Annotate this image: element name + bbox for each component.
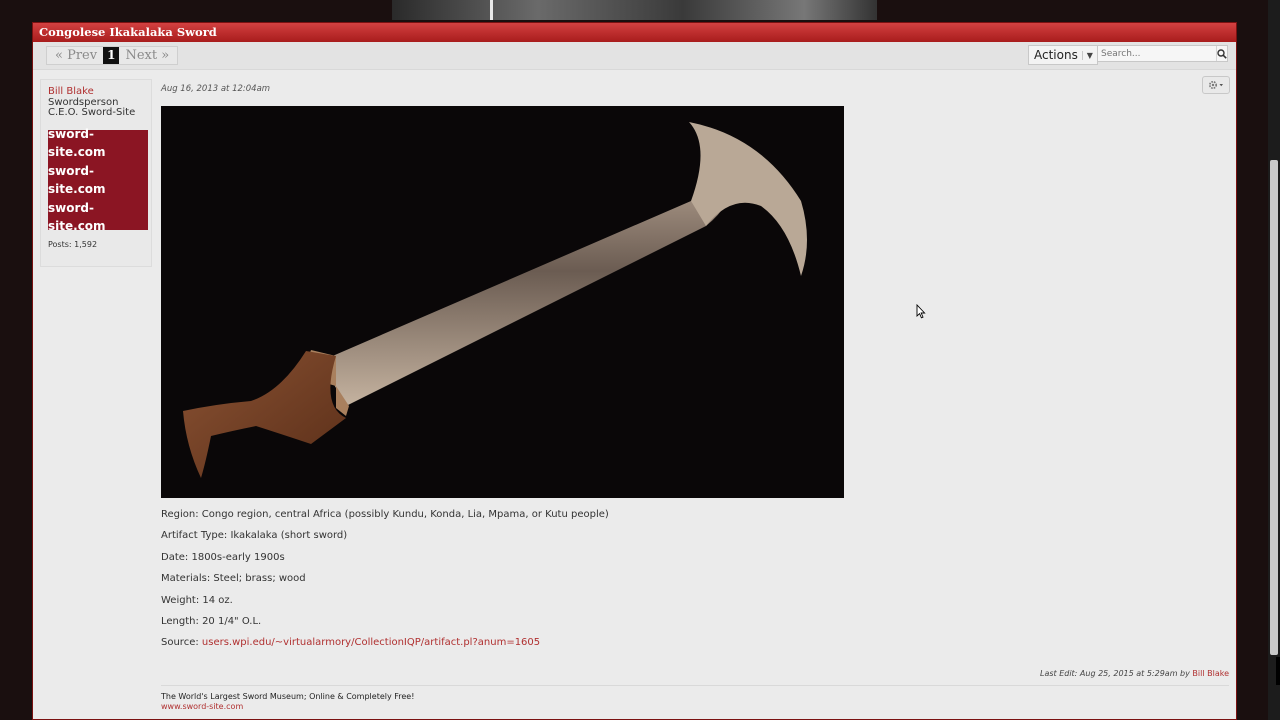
field-length: Length: 20 1/4" O.L. [161, 616, 609, 637]
author-profile: Bill Blake Swordsperson C.E.O. Sword-Sit… [40, 79, 152, 267]
field-label: Weight: [161, 594, 200, 606]
thread-container: Congolese Ikakalaka Sword « Prev 1 Next … [32, 22, 1237, 720]
search-input[interactable] [1098, 46, 1216, 61]
magnifier-icon [1217, 48, 1227, 59]
thread-title: Congolese Ikakalaka Sword [33, 23, 1236, 42]
caret-down-icon: ▼ [1081, 50, 1097, 60]
post-body: Region: Congo region, central Africa (po… [161, 509, 609, 659]
field-value: 14 oz. [202, 594, 233, 606]
prev-page-link[interactable]: « Prev [51, 48, 101, 63]
field-value: Congo region, central Africa (possibly K… [201, 509, 609, 520]
last-edit-note: Last Edit: Aug 25, 2015 at 5:29am by Bil… [1040, 669, 1229, 678]
avatar: sword-site.com sword-site.com sword-site… [48, 127, 148, 233]
scroll-marker [1276, 657, 1280, 685]
next-page-link[interactable]: Next » [121, 48, 173, 63]
field-label: Materials: [161, 573, 211, 585]
author-name-link[interactable]: Bill Blake [48, 86, 94, 97]
search-button[interactable] [1216, 46, 1227, 61]
last-edit-text: Last Edit: Aug 25, 2015 at 5:29am [1039, 669, 1178, 678]
field-label: Artifact Type: [161, 530, 228, 542]
field-weight: Weight: 14 oz. [161, 595, 609, 616]
field-source: Source: users.wpi.edu/~virtualarmory/Col… [161, 637, 609, 658]
source-link[interactable]: users.wpi.edu/~virtualarmory/CollectionI… [202, 637, 540, 648]
sword-photo [161, 106, 844, 498]
gear-icon [1208, 80, 1223, 90]
actions-dropdown[interactable]: Actions ▼ [1028, 45, 1098, 65]
field-value: 20 1/4" O.L. [202, 615, 262, 627]
pagination: « Prev 1 Next » [46, 46, 179, 65]
field-region: Region: Congo region, central Africa (po… [161, 509, 609, 530]
field-label: Region: [161, 509, 199, 520]
author-post-count: Posts: 1,592 [48, 240, 98, 249]
search-box [1097, 45, 1228, 62]
field-value: Ikakalaka (short sword) [230, 530, 348, 542]
post-options-button[interactable] [1202, 76, 1230, 94]
field-label: Date: [161, 551, 189, 563]
signature-link[interactable]: www.sword-site.com [161, 702, 243, 711]
thread-nav-row: « Prev 1 Next » Actions ▼ [33, 42, 1236, 70]
avatar-text-line: sword-site.com [48, 126, 106, 160]
avatar-text-line: sword-site.com [48, 163, 106, 197]
field-label: Source: [161, 637, 199, 649]
top-banner-image [392, 0, 877, 20]
signature-text: The World's Largest Sword Museum; Online… [161, 692, 415, 701]
signature-divider [161, 685, 1229, 686]
scrollbar[interactable] [1268, 0, 1280, 720]
author-title: C.E.O. Sword-Site [48, 107, 136, 118]
field-value: 1800s-early 1900s [191, 551, 285, 563]
field-date: Date: 1800s-early 1900s [161, 552, 609, 573]
actions-label: Actions [1034, 48, 1078, 62]
post-date: Aug 16, 2013 at 12:04am [161, 84, 271, 94]
field-artifact-type: Artifact Type: Ikakalaka (short sword) [161, 530, 609, 551]
field-value: Steel; brass; wood [213, 573, 306, 585]
field-label: Length: [161, 615, 199, 627]
last-edit-user-link[interactable]: Bill Blake [1192, 669, 1229, 678]
avatar-text-line: sword-site.com [48, 200, 106, 234]
last-edit-by: by [1180, 669, 1190, 678]
scrollbar-thumb[interactable] [1270, 160, 1278, 655]
current-page: 1 [103, 47, 120, 64]
field-materials: Materials: Steel; brass; wood [161, 573, 609, 594]
mouse-cursor-icon [916, 304, 926, 319]
